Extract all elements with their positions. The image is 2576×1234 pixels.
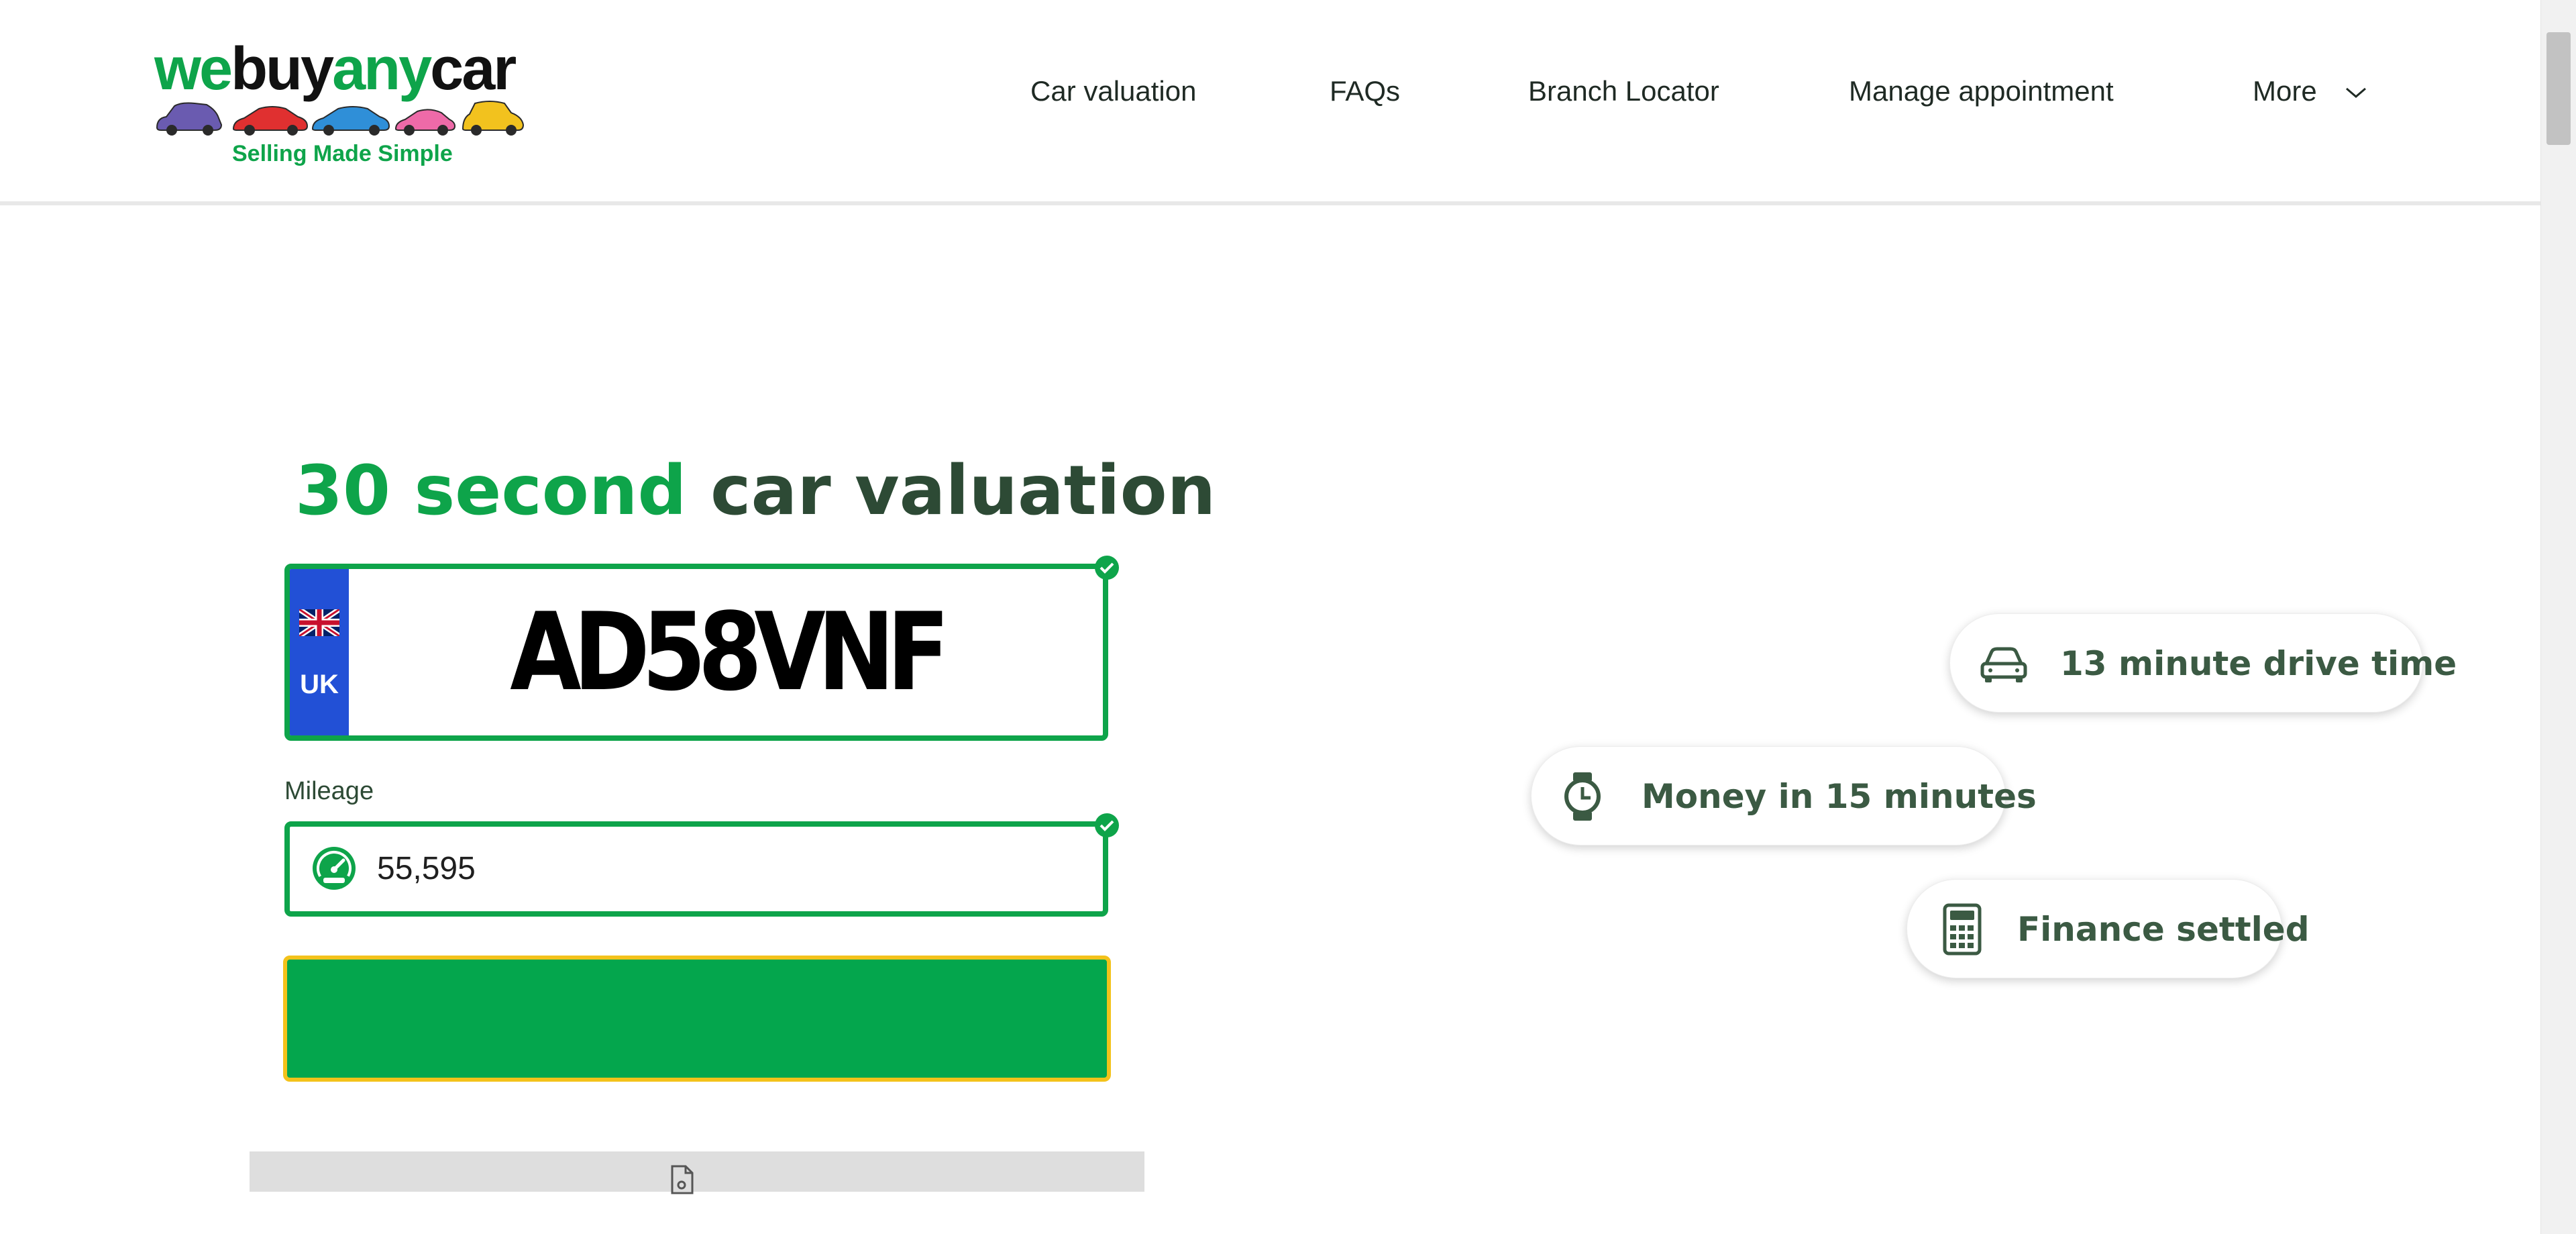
logo-tagline: Selling Made Simple	[232, 141, 453, 166]
nav-manage-appointment[interactable]: Manage appointment	[1849, 75, 2114, 107]
registration-number[interactable]: AD58VNF	[402, 569, 1051, 735]
mileage-field[interactable]	[284, 821, 1108, 917]
car-icon	[1980, 647, 2027, 682]
plate-valid-check-icon	[1095, 556, 1119, 580]
headline-highlight: 30 second	[295, 451, 687, 531]
speedometer-icon	[313, 847, 356, 890]
valuation-headline: 30 second car valuation	[295, 451, 1216, 531]
logo-wordmark: webuyanycar	[154, 36, 517, 103]
logo-cars-icon	[156, 101, 525, 136]
plate-country-band: UK	[290, 569, 349, 735]
feature-drive-time-label: 13 minute drive time	[2060, 644, 2457, 683]
get-valuation-button[interactable]	[283, 956, 1111, 1082]
site-header: webuyanycar Selling Made Simple Car valu…	[0, 0, 2541, 205]
bottom-banner	[250, 1151, 1144, 1194]
watch-icon	[1564, 772, 1601, 821]
uk-flag-icon	[299, 609, 339, 636]
feature-drive-time: 13 minute drive time	[1949, 613, 2457, 713]
mileage-label: Mileage	[284, 777, 374, 805]
registration-plate-input[interactable]: UK AD58VNF	[284, 564, 1108, 741]
nav-more[interactable]: More	[2253, 75, 2317, 107]
feature-finance-label: Finance settled	[2017, 910, 2310, 949]
feature-finance: Finance settled	[1907, 879, 2310, 978]
calculator-icon	[1943, 903, 1982, 956]
chevron-down-icon[interactable]	[2344, 85, 2368, 101]
nav-more-label: More	[2253, 75, 2317, 107]
document-icon	[671, 1165, 694, 1194]
vertical-scrollbar[interactable]	[2540, 0, 2576, 1234]
webuyanycar-logo[interactable]: webuyanycar Selling Made Simple	[154, 39, 530, 173]
mileage-input[interactable]	[377, 841, 1075, 895]
page: webuyanycar Selling Made Simple Car valu…	[0, 0, 2576, 1234]
nav-faqs[interactable]: FAQs	[1330, 75, 1400, 107]
nav-car-valuation[interactable]: Car valuation	[1030, 75, 1196, 107]
nav-branch-locator[interactable]: Branch Locator	[1528, 75, 1719, 107]
mileage-valid-check-icon	[1095, 813, 1119, 837]
plate-country-code: UK	[300, 670, 339, 699]
feature-money: Money in 15 minutes	[1531, 746, 2037, 845]
feature-money-label: Money in 15 minutes	[1642, 777, 2037, 816]
scrollbar-thumb[interactable]	[2546, 32, 2571, 145]
headline-rest: car valuation	[710, 451, 1216, 531]
